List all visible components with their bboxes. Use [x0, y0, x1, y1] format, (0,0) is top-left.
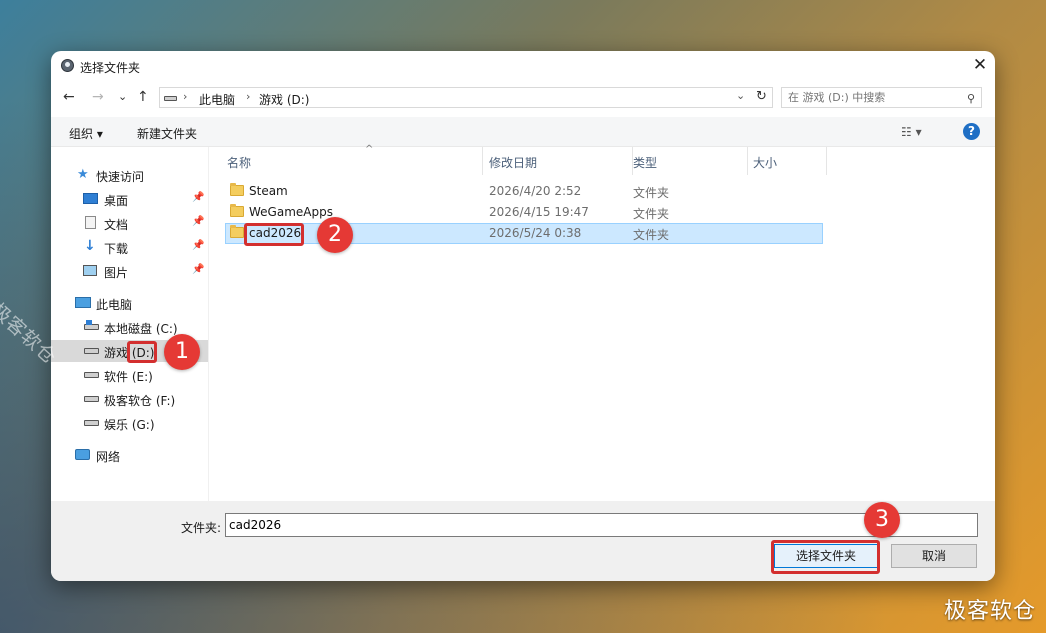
- drive-icon: [84, 372, 99, 378]
- sidebar-item-label: 此电脑: [96, 298, 133, 312]
- file-type: 文件夹: [633, 186, 670, 200]
- file-row-steam[interactable]: Steam 2026/4/20 2:52 文件夹: [225, 181, 823, 202]
- breadcrumb-separator-icon: ›: [183, 90, 188, 103]
- sidebar-item-drive-g[interactable]: 娱乐 (G:): [51, 412, 208, 434]
- command-bar: 组织 ▾ 新建文件夹 ☷ ▾ ?: [51, 117, 995, 147]
- column-header-label: 修改日期: [489, 156, 538, 170]
- cancel-button[interactable]: 取消: [891, 544, 977, 568]
- file-list: 名称 ^ 修改日期 类型 大小 Steam 2026/4/20 2:52 文件夹…: [209, 144, 995, 501]
- sidebar-item-quick-access[interactable]: ★ 快速访问: [51, 164, 208, 186]
- step-marker-1: 1: [164, 334, 200, 370]
- drive-icon: [84, 420, 99, 426]
- star-icon: ★: [77, 167, 89, 182]
- address-dropdown-icon[interactable]: ⌄: [736, 89, 745, 102]
- sidebar-item-label: 网络: [96, 450, 121, 464]
- highlight-select-button: [771, 540, 880, 574]
- sidebar-item-drive-f[interactable]: 极客软仓 (F:): [51, 388, 208, 410]
- drive-icon: [84, 396, 99, 402]
- highlight-drive-d: [127, 341, 157, 363]
- drive-icon: [84, 320, 99, 330]
- search-box[interactable]: ⚲: [781, 87, 982, 108]
- sidebar-item-label: 桌面: [104, 194, 129, 208]
- sidebar-item-label: 本地磁盘 (C:): [104, 322, 178, 336]
- sidebar-item-downloads[interactable]: ↓ 下载 📌: [51, 236, 208, 258]
- file-modified: 2026/5/24 0:38: [489, 226, 582, 240]
- file-modified: 2026/4/20 2:52: [489, 184, 582, 198]
- column-header-label: 类型: [633, 156, 658, 170]
- highlight-cad2026: [244, 223, 304, 246]
- file-name: WeGameApps: [249, 205, 333, 219]
- folder-icon: [230, 225, 244, 238]
- column-header-label: 大小: [753, 156, 778, 170]
- computer-icon: [75, 297, 91, 308]
- pin-icon: 📌: [192, 216, 205, 227]
- sidebar-item-label: 下载: [104, 242, 129, 256]
- download-icon: ↓: [84, 238, 96, 254]
- sidebar-item-desktop[interactable]: 桌面 📌: [51, 188, 208, 210]
- drive-icon: [164, 96, 177, 101]
- sidebar-item-label: 极客软仓 (F:): [104, 394, 176, 408]
- column-header-name[interactable]: 名称 ^: [227, 144, 483, 175]
- folder-label: 文件夹:: [181, 521, 222, 535]
- search-input[interactable]: [788, 90, 956, 105]
- pictures-icon: [83, 265, 97, 276]
- folder-icon: [230, 204, 244, 217]
- sidebar-item-this-pc[interactable]: 此电脑: [51, 292, 208, 314]
- network-icon: [75, 449, 90, 460]
- folder-icon: [230, 183, 244, 196]
- forward-icon[interactable]: →: [92, 88, 104, 106]
- column-header-label: 名称: [227, 156, 252, 170]
- organize-menu[interactable]: 组织 ▾: [69, 125, 103, 142]
- back-icon[interactable]: ←: [63, 88, 75, 106]
- file-name: Steam: [249, 184, 288, 198]
- file-row-wegameapps[interactable]: WeGameApps 2026/4/15 19:47 文件夹: [225, 202, 823, 223]
- breadcrumb-separator-icon: ›: [246, 90, 251, 103]
- column-header-size[interactable]: 大小: [748, 147, 827, 175]
- sidebar-item-documents[interactable]: 文档 📌: [51, 212, 208, 234]
- pin-icon: 📌: [192, 192, 205, 203]
- watermark-corner: 极客软仓: [943, 599, 1036, 624]
- sort-ascending-icon: ^: [365, 144, 374, 155]
- sidebar-item-label: 娱乐 (G:): [104, 418, 155, 432]
- title-bar: 选择文件夹 ✕: [51, 51, 995, 81]
- address-bar[interactable]: › 此电脑 › 游戏 (D:) ⌄: [159, 87, 773, 108]
- breadcrumb-drive-d[interactable]: 游戏 (D:): [259, 91, 309, 108]
- search-icon[interactable]: ⚲: [967, 92, 975, 105]
- column-header-type[interactable]: 类型: [633, 147, 748, 175]
- app-icon: [61, 59, 74, 72]
- recent-locations-icon[interactable]: ⌄: [118, 88, 127, 106]
- sidebar-item-label: 图片: [104, 266, 129, 280]
- pin-icon: 📌: [192, 264, 205, 275]
- step-marker-2: 2: [317, 217, 353, 253]
- file-type: 文件夹: [633, 228, 670, 242]
- navigation-pane: ★ 快速访问 桌面 📌 文档 📌 ↓ 下载 📌 图片 📌 此电脑 本地磁盘 (C…: [51, 147, 209, 501]
- pin-icon: 📌: [192, 240, 205, 251]
- sidebar-item-pictures[interactable]: 图片 📌: [51, 260, 208, 282]
- sidebar-item-label: 软件 (E:): [104, 370, 153, 384]
- desktop-icon: [83, 193, 98, 204]
- refresh-icon[interactable]: ↻: [751, 87, 772, 108]
- document-icon: [85, 216, 96, 229]
- view-options-icon[interactable]: ☷ ▾: [901, 125, 922, 139]
- help-icon[interactable]: ?: [963, 123, 980, 140]
- sidebar-item-label: 快速访问: [96, 170, 145, 184]
- drive-icon: [84, 348, 99, 354]
- file-type: 文件夹: [633, 207, 670, 221]
- file-modified: 2026/4/15 19:47: [489, 205, 589, 219]
- new-folder-button[interactable]: 新建文件夹: [137, 125, 197, 142]
- close-button[interactable]: ✕: [965, 51, 995, 81]
- column-header-modified[interactable]: 修改日期: [489, 147, 633, 175]
- up-icon[interactable]: ↑: [137, 88, 149, 106]
- sidebar-item-label: 文档: [104, 218, 129, 232]
- window-title: 选择文件夹: [80, 61, 141, 75]
- file-row-cad2026[interactable]: cad2026 2026/5/24 0:38 文件夹: [225, 223, 823, 244]
- sidebar-item-network[interactable]: 网络: [51, 444, 208, 466]
- select-folder-dialog: 选择文件夹 ✕ ← → ⌄ ↑ › 此电脑 › 游戏 (D:) ⌄ ↻ ⚲ 组织…: [51, 51, 995, 581]
- breadcrumb-this-pc[interactable]: 此电脑: [199, 91, 235, 108]
- step-marker-3: 3: [864, 502, 900, 538]
- address-row: ← → ⌄ ↑ › 此电脑 › 游戏 (D:) ⌄ ↻ ⚲: [51, 85, 995, 111]
